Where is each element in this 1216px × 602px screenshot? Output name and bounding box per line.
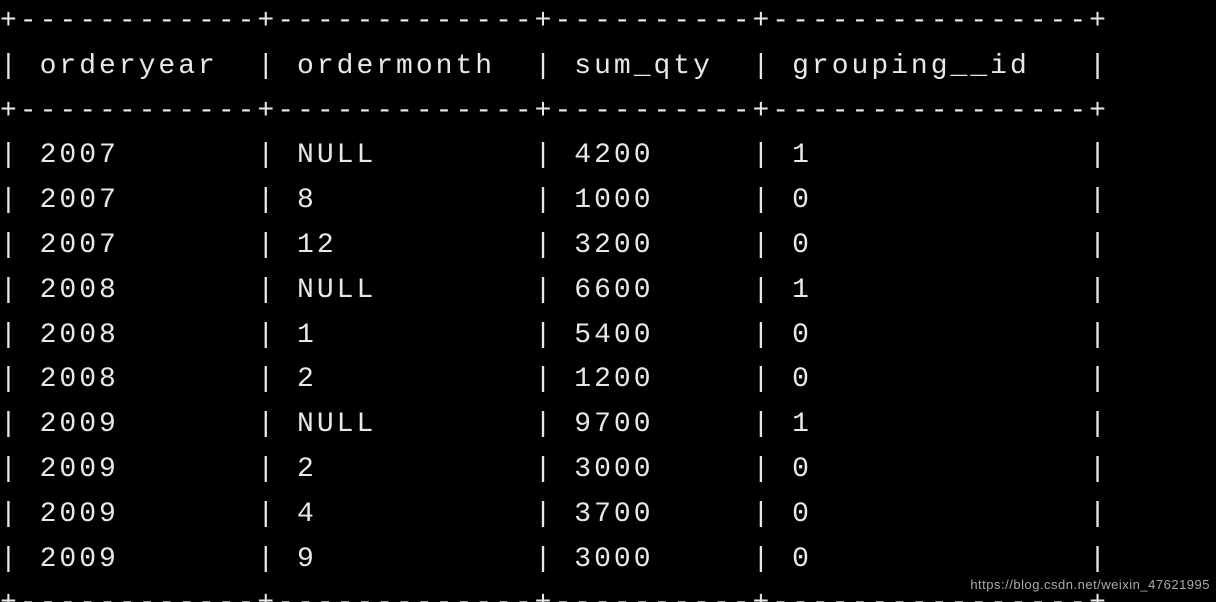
table-row: | 2008 | 1 | 5400 | 0 | (0, 320, 1109, 351)
sql-result-table: +------------+-------------+----------+-… (0, 0, 1216, 602)
table-row: | 2009 | NULL | 9700 | 1 | (0, 409, 1109, 440)
table-row: | 2007 | NULL | 4200 | 1 | (0, 140, 1109, 171)
table-row: | 2009 | 2 | 3000 | 0 | (0, 454, 1109, 485)
table-row: | 2008 | NULL | 6600 | 1 | (0, 275, 1109, 306)
table-border-mid: +------------+-------------+----------+-… (0, 96, 1109, 127)
table-row: | 2009 | 4 | 3700 | 0 | (0, 499, 1109, 530)
table-row: | 2007 | 12 | 3200 | 0 | (0, 230, 1109, 261)
table-row: | 2009 | 9 | 3000 | 0 | (0, 544, 1109, 575)
table-border-bottom: +------------+-------------+----------+-… (0, 588, 1109, 602)
table-row: | 2007 | 8 | 1000 | 0 | (0, 185, 1109, 216)
table-border-top: +------------+-------------+----------+-… (0, 6, 1109, 37)
table-row: | 2008 | 2 | 1200 | 0 | (0, 364, 1109, 395)
watermark-text: https://blog.csdn.net/weixin_47621995 (970, 575, 1210, 596)
table-header-row: | orderyear | ordermonth | sum_qty | gro… (0, 51, 1109, 82)
